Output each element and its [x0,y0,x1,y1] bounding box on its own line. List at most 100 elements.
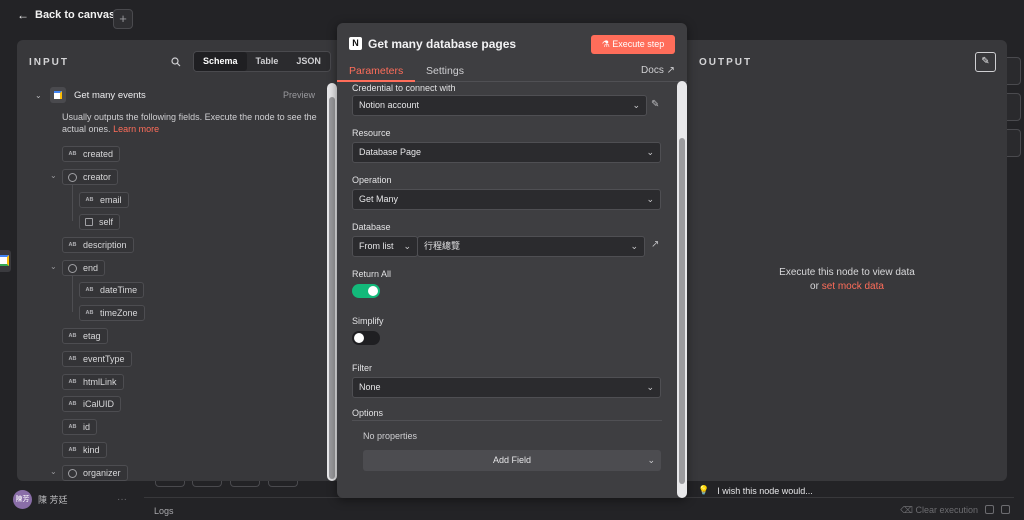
filter-select[interactable]: None ⌄ [352,377,661,398]
output-title: OUTPUT [699,57,753,68]
schema-field[interactable]: end [62,260,106,276]
chevron-down-icon: ⌄ [646,194,654,204]
open-database-icon[interactable]: ↗ [651,239,659,250]
credential-value: Notion account [359,100,420,110]
schema-field[interactable]: AB id [62,419,98,435]
output-panel: OUTPUT ✎ Execute this node to view data … [687,40,1007,481]
schema-field[interactable]: AB created [62,146,121,162]
schema-field[interactable]: creator [62,169,119,185]
node-tabs: Parameters Settings Docs ↗ [337,61,687,82]
chevron-down-icon: ⌄ [646,147,654,157]
schema-field[interactable]: AB etag [62,328,108,344]
input-scrollbar-thumb[interactable] [329,97,335,479]
schema-field[interactable]: AB dateTime [79,282,145,298]
field-name: htmlLink [83,377,117,387]
feedback-prompt[interactable]: 💡 I wish this node would... [698,485,813,496]
add-node-button[interactable]: + [113,9,133,29]
search-icon[interactable] [171,57,181,67]
chevron-down-icon: ⌄ [632,100,640,110]
operation-select[interactable]: Get Many ⌄ [352,189,661,210]
log-panel-icon[interactable] [985,505,994,514]
tab-parameters[interactable]: Parameters [349,65,403,77]
clear-execution-button[interactable]: ⌫ Clear execution [900,505,978,516]
tab-json[interactable]: JSON [287,52,330,71]
parameters-scrollbar-thumb[interactable] [679,138,685,484]
schema-field[interactable]: AB timeZone [79,305,145,321]
docs-link[interactable]: Docs ↗ [641,65,675,76]
edit-credential-icon[interactable]: ✎ [651,99,659,110]
chevron-down-icon: ⌄ [646,382,654,392]
pencil-icon: ✎ [981,56,990,67]
schema-field[interactable]: self [79,214,121,230]
string-type-icon: AB [68,151,77,157]
return-all-label: Return All [352,269,392,279]
chevron-down-icon[interactable]: ⌄ [50,467,57,476]
learn-more-link[interactable]: Learn more [113,124,159,134]
no-properties-text: No properties [363,431,418,441]
tree-line [72,185,73,221]
input-node-row[interactable]: ⌄ Get many events Preview [35,87,325,103]
object-type-icon [68,263,77,273]
database-mode-select[interactable]: From list ⌄ [352,236,418,257]
operation-label: Operation [352,175,392,185]
schema-field[interactable]: AB htmlLink [62,374,124,390]
back-to-canvas-button[interactable]: ← Back to canvas [17,8,115,22]
schema-field[interactable]: organizer [62,465,128,481]
chevron-down-icon: ⌄ [630,241,638,251]
user-name: 陳 芳廷 [38,495,68,505]
field-name: self [99,217,114,227]
node-parameters-panel: N Get many database pages ⚗ Execute step… [337,23,687,498]
chevron-down-icon: ⌄ [647,455,655,465]
node-title[interactable]: Get many database pages [368,37,516,51]
google-calendar-icon [50,87,66,103]
schema-field[interactable]: AB kind [62,442,107,458]
expand-icon[interactable] [1001,505,1010,514]
back-to-canvas-label: Back to canvas [35,9,116,21]
execute-step-label: Execute step [612,39,665,49]
schema-field[interactable]: AB eventType [62,351,132,367]
field-name: creator [83,172,112,182]
return-all-toggle[interactable] [352,284,380,298]
execute-step-button[interactable]: ⚗ Execute step [591,35,675,54]
schema-field[interactable]: AB email [79,192,129,208]
chevron-down-icon[interactable]: ⌄ [50,262,57,271]
set-mock-data-link[interactable]: set mock data [822,281,884,292]
schema-field[interactable]: AB iCalUID [62,396,122,412]
credential-select[interactable]: Notion account ⌄ [352,95,647,116]
string-type-icon: AB [68,379,77,385]
output-empty-message: Execute this node to view data or set mo… [687,266,1007,294]
resource-select[interactable]: Database Page ⌄ [352,142,661,163]
user-menu[interactable]: 陳芳 陳 芳廷 [13,490,68,509]
google-calendar-node-icon[interactable] [0,250,11,272]
database-mode-value: From list [359,241,394,251]
object-type-icon [68,468,77,478]
tree-line [72,276,73,312]
tab-table[interactable]: Table [247,52,288,71]
simplify-toggle[interactable] [352,331,380,345]
tab-schema[interactable]: Schema [194,52,247,71]
add-field-label: Add Field [492,455,532,465]
field-name: email [100,195,122,205]
user-menu-dots-icon[interactable]: ··· [117,494,127,505]
field-name: timeZone [100,308,138,318]
preview-label: Preview [282,90,315,100]
string-type-icon: AB [68,447,77,453]
database-select[interactable]: 行程總覽 ⌄ [417,236,645,257]
boolean-type-icon [85,218,93,226]
schema-hint: Usually outputs the following fields. Ex… [62,111,317,135]
field-name: kind [83,445,100,455]
logs-label: Logs [154,506,174,516]
field-name: organizer [83,468,121,478]
edit-output-button[interactable]: ✎ [975,52,996,72]
string-type-icon: AB [68,333,77,339]
string-type-icon: AB [85,310,94,316]
chevron-down-icon[interactable]: ⌄ [50,171,57,180]
field-name: id [83,422,91,432]
add-field-button[interactable]: Add Field ⌄ [363,450,661,471]
field-name: dateTime [100,285,138,295]
logs-bar[interactable]: Logs ⌫ Clear execution [144,497,1014,520]
schema-field[interactable]: AB description [62,237,134,253]
chevron-down-icon[interactable]: ⌄ [35,91,45,100]
string-type-icon: AB [68,356,77,362]
tab-settings[interactable]: Settings [426,65,464,77]
